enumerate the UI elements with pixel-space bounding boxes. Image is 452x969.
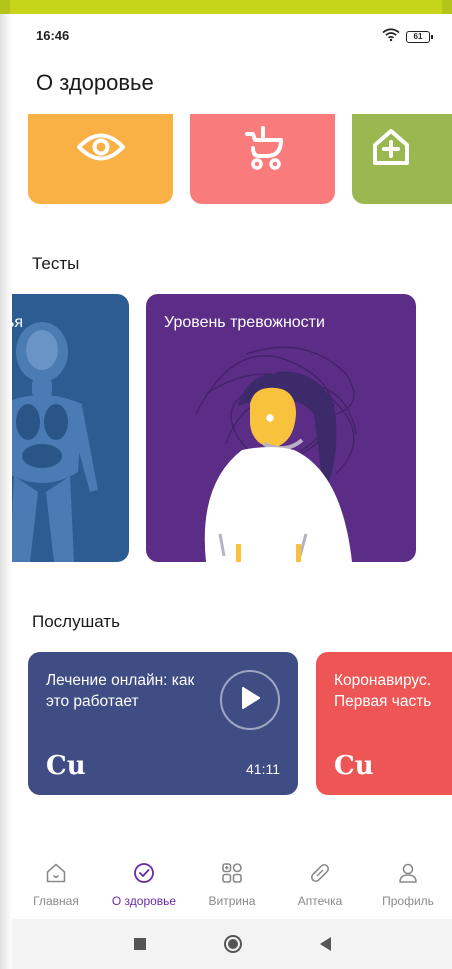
recent-apps-button[interactable] <box>133 938 146 950</box>
status-icons: 61 <box>382 28 433 46</box>
check-circle-icon <box>133 862 155 889</box>
tests-section-title: Тесты <box>32 254 80 273</box>
listen-card-title: Коронавирус. Первая часть <box>334 672 432 710</box>
listen-card-coronavirus[interactable]: Коронавирус. Первая часть Cu <box>316 652 452 795</box>
status-time: 16:46 <box>36 28 70 43</box>
play-icon <box>239 686 261 715</box>
wifi-icon <box>382 28 400 46</box>
grid-plus-icon <box>221 862 243 889</box>
podcast-logo: Cu <box>46 751 86 781</box>
nav-label: О здоровье <box>111 894 177 908</box>
anatomy-illustration <box>12 322 98 562</box>
play-button[interactable] <box>220 670 280 730</box>
status-bar: 16:46 61 <box>12 14 452 58</box>
pill-icon <box>309 862 331 889</box>
nav-label: Аптечка <box>297 894 343 908</box>
podcast-logo: Cu <box>334 751 374 781</box>
baby-stroller-icon <box>241 125 285 175</box>
test-card-anatomy[interactable]: ья <box>12 294 129 562</box>
category-card-eye[interactable] <box>28 114 173 204</box>
listen-card-online-treatment[interactable]: Лечение онлайн: как это работает Cu 41:1… <box>28 652 298 795</box>
nav-item-home[interactable]: Главная <box>12 862 100 912</box>
nav-item-profile[interactable]: Профиль <box>364 862 452 912</box>
eye-icon <box>76 133 126 169</box>
test-card-anxiety[interactable]: Уровень тревожности <box>146 294 416 562</box>
listen-card-title: Лечение онлайн: как это работает <box>46 672 195 710</box>
medical-home-icon <box>371 128 411 172</box>
app-screen: 16:46 61 О здоровье Тесты я Уровень трев… <box>12 14 452 969</box>
bottom-navigation: Главная О здоровье Витрина Аптечка Профи… <box>12 862 452 912</box>
nav-item-health[interactable]: О здоровье <box>100 862 188 912</box>
back-button[interactable] <box>319 937 331 951</box>
battery-icon: 61 <box>406 31 433 43</box>
nav-label: Профиль <box>382 894 434 908</box>
nav-item-showcase[interactable]: Витрина <box>188 862 276 912</box>
anxiety-illustration <box>195 346 357 562</box>
category-card-home[interactable] <box>352 114 452 204</box>
frame-shadow <box>0 14 12 969</box>
listen-section-title: Послушать <box>32 612 120 631</box>
nav-label: Витрина <box>208 894 256 908</box>
system-navigation-bar <box>12 919 452 969</box>
page-title: О здоровье <box>36 70 154 95</box>
home-button[interactable] <box>223 935 242 953</box>
nav-item-pharmacy[interactable]: Аптечка <box>276 862 364 912</box>
home-icon <box>45 862 67 889</box>
category-card-baby[interactable] <box>190 114 335 204</box>
profile-icon <box>397 862 419 889</box>
nav-label: Главная <box>33 894 79 908</box>
listen-duration: 41:11 <box>246 761 280 777</box>
top-accent-strip <box>0 0 452 14</box>
